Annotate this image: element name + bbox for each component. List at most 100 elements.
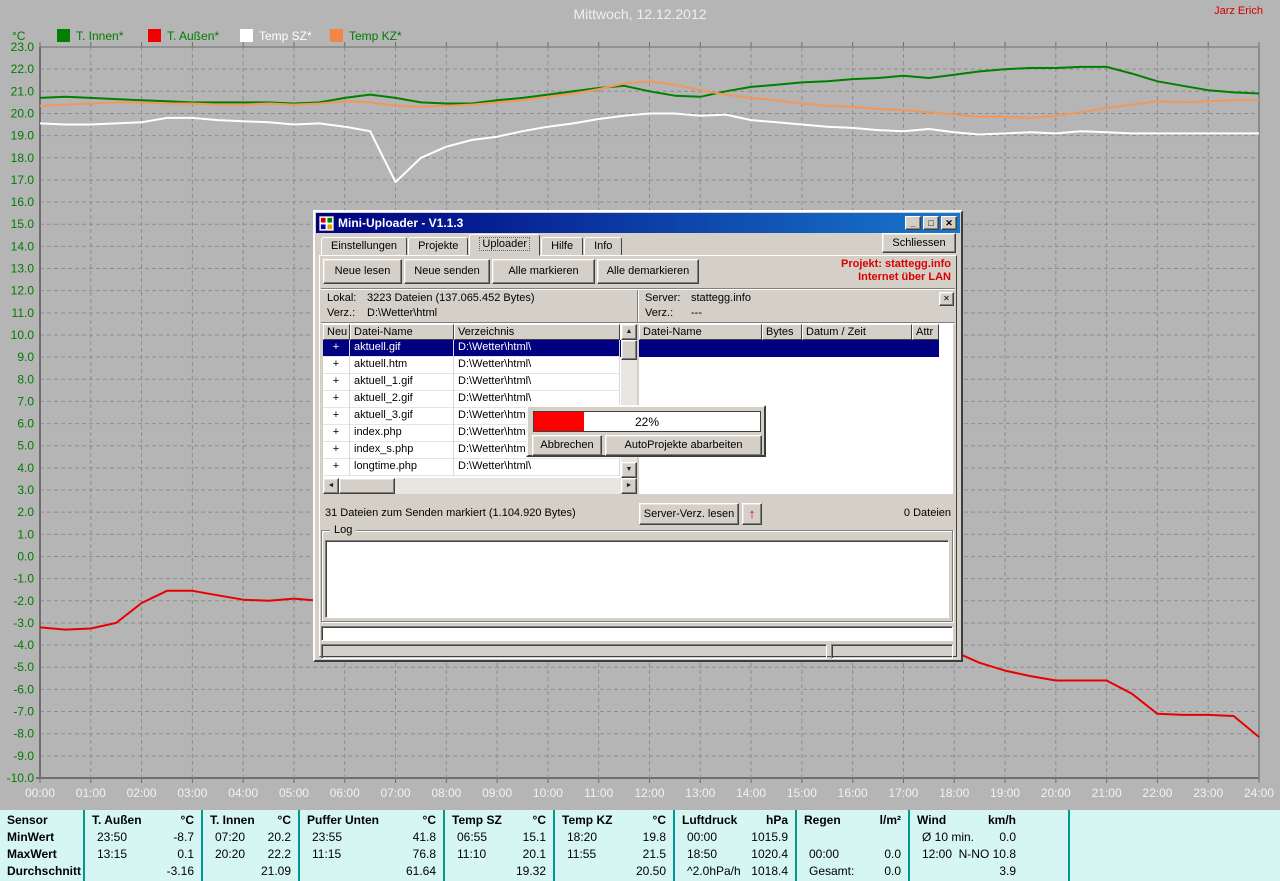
toolbar-button-neue-lesen[interactable]: Neue lesen [323, 259, 402, 284]
tab-hilfe[interactable]: Hilfe [541, 237, 583, 256]
svg-text:5.0: 5.0 [17, 439, 34, 453]
svg-text:-5.0: -5.0 [13, 660, 34, 674]
column-header-datumzeit[interactable]: Datum / Zeit [802, 324, 912, 340]
sensor-column-wind: Windkm/hØ 10 min.0.012:00N-NO 10.83.9 [910, 810, 1070, 881]
tab-projekte[interactable]: Projekte [408, 237, 468, 256]
column-header-verzeichnis[interactable]: Verzeichnis [454, 324, 620, 340]
file-cell: aktuell.htm [350, 357, 454, 374]
window-titlebar[interactable]: Mini-Uploader - V1.1.3 _ □ ✕ [316, 213, 960, 233]
sensor-column-t--außen: T. Außen°C23:50-8.713:150.1-3.16 [85, 810, 203, 881]
file-row[interactable]: +aktuell.gifD:\Wetter\html\ [323, 340, 621, 357]
server-verz-lesen-button[interactable]: Server-Verz. lesen [639, 503, 739, 525]
upload-arrow-icon[interactable]: ↑ [742, 503, 762, 525]
window-title: Mini-Uploader - V1.1.3 [338, 216, 903, 230]
server-label: Server: [645, 292, 691, 304]
log-groupbox: Log [321, 530, 953, 622]
scroll-up-icon[interactable]: ▲ [621, 324, 637, 340]
svg-text:00:00: 00:00 [25, 786, 55, 800]
avg-value: 19.32 [516, 863, 553, 880]
file-row[interactable]: +aktuell_1.gifD:\Wetter\html\ [323, 374, 621, 391]
tab-info[interactable]: Info [584, 237, 622, 256]
sensor-name: Wind [910, 812, 946, 829]
autoprojekte-button[interactable]: AutoProjekte abarbeiten [605, 435, 762, 456]
horizontal-scrollbar[interactable]: ◄ ► [323, 478, 637, 494]
tab-einstellungen[interactable]: Einstellungen [321, 237, 407, 256]
sensor-column-t--innen: T. Innen°C07:2020.220:2022.221.09 [203, 810, 300, 881]
file-row[interactable]: +longtime.phpD:\Wetter\html\ [323, 459, 621, 476]
weather-monitor-screen: Mittwoch, 12.12.2012 Jarz Erich °C T. In… [0, 0, 1280, 881]
svg-text:09:00: 09:00 [482, 786, 512, 800]
max-value: 22.2 [268, 846, 298, 863]
schliessen-button[interactable]: Schliessen [882, 233, 956, 253]
svg-text:24:00: 24:00 [1244, 786, 1274, 800]
file-cell: aktuell_1.gif [350, 374, 454, 391]
vertical-scroll-thumb[interactable] [621, 340, 637, 360]
file-cell: + [323, 391, 350, 408]
statusbar-right-panel [831, 644, 953, 659]
sensor-unit: hPa [766, 812, 795, 829]
svg-text:08:00: 08:00 [431, 786, 461, 800]
connection-type: Internet über LAN [711, 271, 951, 284]
column-header-datei-name[interactable]: Datei-Name [350, 324, 454, 340]
horizontal-scroll-thumb[interactable] [339, 478, 395, 494]
sensor-unit: °C [423, 812, 443, 829]
close-icon[interactable]: ✕ [941, 216, 957, 230]
max-time: 20:20 [203, 846, 245, 863]
column-header-neu[interactable]: Neu [323, 324, 350, 340]
sensor-column-temp-sz: Temp SZ°C06:5515.111:1020.119.32 [445, 810, 555, 881]
server-selected-row[interactable] [639, 340, 939, 357]
svg-text:-7.0: -7.0 [13, 705, 34, 719]
server-panel-close-icon[interactable]: ✕ [939, 292, 954, 306]
max-value: 1020.4 [751, 846, 795, 863]
column-header-attr[interactable]: Attr [912, 324, 939, 340]
file-cell: D:\Wetter\html\ [454, 374, 620, 391]
marked-files-status: 31 Dateien zum Senden markiert (1.104.92… [325, 507, 576, 519]
max-time: 00:00 [797, 846, 839, 863]
avg-value: 20.50 [636, 863, 673, 880]
toolbar-button-alle-demarkieren[interactable]: Alle demarkieren [597, 259, 699, 284]
avg-label [300, 863, 312, 880]
sensor-row-labels-column: SensorMinWertMaxWertDurchschnitt [0, 810, 85, 881]
sensor-name: Puffer Unten [300, 812, 379, 829]
abbrechen-button[interactable]: Abbrechen [532, 435, 602, 456]
minimize-icon[interactable]: _ [905, 216, 921, 230]
svg-text:22:00: 22:00 [1142, 786, 1172, 800]
avg-value: 61.64 [406, 863, 443, 880]
maximize-icon[interactable]: □ [923, 216, 939, 230]
column-header-bytes[interactable]: Bytes [762, 324, 802, 340]
svg-text:13.0: 13.0 [11, 262, 35, 276]
scroll-left-icon[interactable]: ◄ [323, 478, 339, 494]
max-value: 0.0 [884, 846, 908, 863]
svg-text:15.0: 15.0 [11, 217, 35, 231]
svg-text:01:00: 01:00 [76, 786, 106, 800]
avg-label [555, 863, 567, 880]
app-icon [319, 216, 334, 231]
svg-text:6.0: 6.0 [17, 417, 34, 431]
toolbar-button-neue-senden[interactable]: Neue senden [404, 259, 490, 284]
log-textarea[interactable] [325, 540, 949, 618]
min-time: Ø 10 min. [910, 829, 974, 846]
toolbar-button-alle-markieren[interactable]: Alle markieren [492, 259, 595, 284]
file-cell: + [323, 459, 350, 476]
sensor-name: Temp KZ [555, 812, 612, 829]
avg-value: 3.9 [999, 863, 1068, 880]
scroll-right-icon[interactable]: ► [621, 478, 637, 494]
avg-label [203, 863, 215, 880]
sensor-name: T. Außen [85, 812, 142, 829]
column-header-datei-name[interactable]: Datei-Name [639, 324, 762, 340]
svg-text:2.0: 2.0 [17, 505, 34, 519]
max-value: 76.8 [413, 846, 443, 863]
avg-label: Gesamt: [797, 863, 854, 880]
scroll-down-icon[interactable]: ▼ [621, 462, 637, 478]
svg-text:13:00: 13:00 [685, 786, 715, 800]
min-value: 15.1 [523, 829, 553, 846]
svg-text:02:00: 02:00 [127, 786, 157, 800]
server-verz-label: Verz.: [645, 307, 691, 319]
status-row: 31 Dateien zum Senden markiert (1.104.92… [315, 502, 961, 526]
svg-text:0.0: 0.0 [17, 549, 34, 563]
tab-uploader[interactable]: Uploader [469, 234, 540, 256]
sensor-name: T. Innen [203, 812, 255, 829]
min-time: 23:55 [300, 829, 342, 846]
sensor-unit: °C [653, 812, 673, 829]
file-row[interactable]: +aktuell.htmD:\Wetter\html\ [323, 357, 621, 374]
